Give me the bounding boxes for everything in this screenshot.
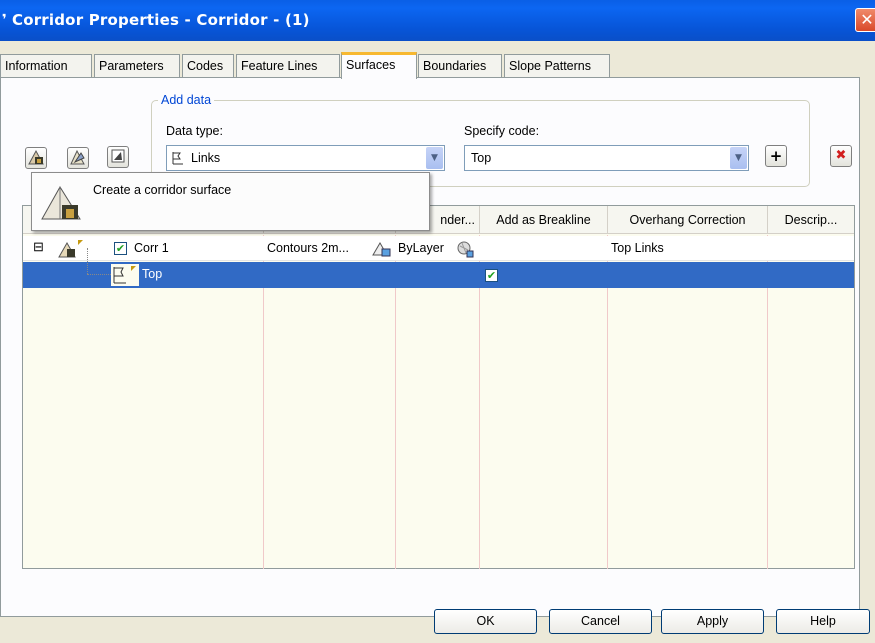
surface-item-name: Top (142, 267, 163, 281)
links-icon (172, 152, 183, 165)
render-material-icon[interactable] (456, 240, 474, 258)
tab-label: Slope Patterns (509, 59, 591, 73)
column-header-breakline[interactable]: Add as Breakline (479, 206, 607, 234)
surface-visible-checkbox[interactable]: ✔ (114, 242, 127, 255)
delete-button[interactable]: ✖ (830, 145, 852, 167)
column-header-description[interactable]: Descrip... (767, 206, 854, 234)
title-bar: ❜ Corridor Properties - Corridor - (1) ✕ (0, 0, 875, 41)
surface-name: Corr 1 (134, 241, 169, 255)
collapse-icon[interactable]: ⊟ (33, 239, 44, 255)
tree-line (87, 274, 113, 275)
tab-boundaries[interactable]: Boundaries (418, 54, 502, 78)
create-surface-icon (28, 149, 44, 165)
surface-style-icon (111, 149, 125, 163)
style-edit-icon[interactable] (372, 241, 392, 257)
data-type-value: Links (191, 151, 221, 165)
links-icon (111, 264, 139, 286)
specify-code-select[interactable]: Top ▼ (464, 145, 749, 171)
tab-label: Boundaries (423, 59, 487, 73)
chevron-down-icon[interactable]: ▼ (426, 147, 443, 169)
table-row-selected[interactable]: Top ✔ (23, 248, 854, 288)
tab-codes[interactable]: Codes (182, 54, 234, 78)
table-row[interactable]: ⊟ ✔ Corr 1 Contours 2m... ByLayer Top Li… (23, 236, 854, 261)
window-title: Corridor Properties - Corridor - (1) (12, 11, 310, 29)
tab-slope-patterns[interactable]: Slope Patterns (504, 54, 610, 78)
tab-label: Information (5, 59, 68, 73)
tab-label: Feature Lines (241, 59, 318, 73)
tab-strip: Information Parameters Codes Feature Lin… (0, 52, 875, 79)
create-surface-tooltip: Create a corridor surface (31, 172, 430, 231)
help-button[interactable]: Help (776, 609, 870, 634)
chevron-down-icon[interactable]: ▼ (730, 147, 747, 169)
column-header-overhang[interactable]: Overhang Correction (607, 206, 767, 234)
tab-label: Surfaces (346, 58, 396, 72)
app-icon: ❜ (2, 12, 7, 28)
render-material-value[interactable]: ByLayer (398, 241, 444, 255)
add-data-group-label: Add data (158, 93, 215, 107)
create-surface-button[interactable] (25, 147, 47, 169)
data-type-select[interactable]: Links ▼ (166, 145, 445, 171)
tab-parameters[interactable]: Parameters (94, 54, 180, 78)
corridor-surface-icon (41, 186, 81, 220)
tab-label: Codes (187, 59, 224, 73)
add-surface-item-icon (70, 149, 85, 165)
specify-code-value: Top (471, 151, 492, 165)
cancel-button[interactable]: Cancel (549, 609, 652, 634)
overhang-value[interactable]: Top Links (611, 241, 664, 255)
close-button[interactable]: ✕ (855, 8, 875, 32)
tooltip-text: Create a corridor surface (93, 183, 232, 197)
tab-feature-lines[interactable]: Feature Lines (236, 54, 340, 78)
ok-button[interactable]: OK (434, 609, 537, 634)
delete-icon: ✖ (835, 148, 847, 163)
tree-line (87, 248, 88, 274)
corridor-surface-icon (58, 240, 83, 258)
tab-label: Parameters (99, 59, 164, 73)
apply-button[interactable]: Apply (661, 609, 764, 634)
add-as-breakline-checkbox[interactable]: ✔ (485, 269, 498, 282)
surface-style-button[interactable] (107, 146, 129, 168)
tab-information[interactable]: Information (0, 54, 92, 78)
tab-surfaces[interactable]: Surfaces (341, 52, 417, 79)
add-surface-item-button[interactable] (67, 147, 89, 169)
surface-style-value[interactable]: Contours 2m... (267, 241, 349, 255)
close-icon: ✕ (860, 10, 874, 29)
plus-icon: + (769, 147, 783, 165)
specify-code-label: Specify code: (464, 124, 540, 138)
surfaces-grid: nder... Add as Breakline Overhang Correc… (22, 205, 855, 569)
add-button[interactable]: + (765, 145, 787, 167)
data-type-label: Data type: (166, 124, 223, 138)
